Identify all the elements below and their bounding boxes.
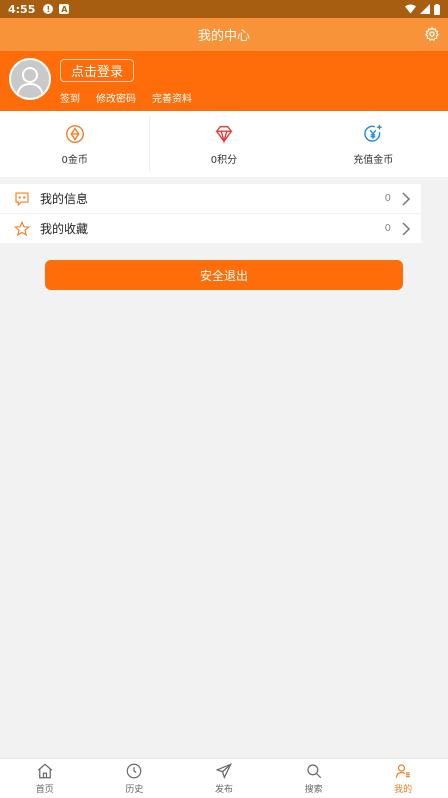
profile-section: 点击登录 签到 修改密码 完善资料 bbox=[0, 51, 448, 111]
bottom-tab-bar: 首页 历史 发布 搜索 我的 bbox=[0, 758, 448, 798]
menu-item-label: 我的收藏 bbox=[40, 222, 89, 236]
stat-coins-label: 0金币 bbox=[61, 154, 88, 166]
stat-coins[interactable]: 0金币 bbox=[0, 111, 149, 177]
status-time: 4:55 bbox=[8, 2, 36, 16]
menu-item-count: 0 bbox=[384, 193, 391, 204]
stat-recharge-label: 充值金币 bbox=[353, 154, 394, 166]
title-bar: 我的中心 bbox=[0, 18, 448, 51]
user-silhouette-icon bbox=[16, 67, 44, 97]
menu-item-label: 我的信息 bbox=[40, 192, 89, 206]
gear-icon[interactable] bbox=[424, 26, 440, 42]
menu-item-my-messages[interactable]: 我的信息 0 bbox=[0, 184, 421, 214]
stat-points[interactable]: 0积分 bbox=[149, 111, 298, 177]
tab-label: 搜索 bbox=[304, 785, 323, 795]
tab-search[interactable]: 搜索 bbox=[269, 759, 359, 798]
coin-icon bbox=[65, 124, 84, 143]
tab-mine[interactable]: 我的 bbox=[358, 759, 448, 798]
tab-label: 历史 bbox=[125, 785, 144, 795]
menu-item-count: 0 bbox=[384, 223, 391, 234]
stat-recharge[interactable]: 充值金币 bbox=[299, 111, 448, 177]
stat-points-label: 0积分 bbox=[210, 154, 238, 166]
home-icon bbox=[37, 763, 52, 779]
chevron-right-icon bbox=[402, 221, 411, 236]
send-icon bbox=[215, 763, 232, 779]
stats-panel: 0金币 0积分 充值金币 bbox=[0, 111, 448, 177]
status-bar: 4:55 ! A bbox=[0, 0, 448, 18]
clock-icon bbox=[127, 763, 142, 779]
tab-label: 我的 bbox=[394, 785, 413, 795]
complete-profile-link[interactable]: 完善资料 bbox=[152, 90, 192, 105]
wifi-icon bbox=[405, 4, 416, 14]
tab-label: 发布 bbox=[214, 785, 233, 795]
alert-icon: ! bbox=[43, 4, 54, 14]
logout-button[interactable]: 安全退出 bbox=[45, 260, 403, 290]
menu-list: 我的信息 0 我的收藏 0 bbox=[0, 184, 421, 244]
profile-links: 签到 修改密码 完善资料 bbox=[60, 90, 192, 105]
tab-label: 首页 bbox=[35, 785, 54, 795]
battery-icon bbox=[434, 3, 440, 15]
tab-home[interactable]: 首页 bbox=[0, 759, 90, 798]
diamond-icon bbox=[215, 125, 233, 144]
login-button[interactable]: 点击登录 bbox=[60, 59, 135, 82]
search-icon bbox=[306, 764, 321, 779]
user-icon bbox=[395, 764, 410, 778]
tab-publish[interactable]: 发布 bbox=[179, 759, 269, 798]
star-icon bbox=[13, 220, 31, 236]
app-notification-icon: A bbox=[59, 4, 70, 14]
tab-history[interactable]: 历史 bbox=[90, 759, 180, 798]
avatar[interactable] bbox=[9, 58, 51, 100]
recharge-icon bbox=[364, 124, 383, 142]
page-title: 我的中心 bbox=[197, 29, 250, 44]
change-password-link[interactable]: 修改密码 bbox=[96, 90, 136, 105]
checkin-link[interactable]: 签到 bbox=[60, 90, 80, 105]
status-right bbox=[405, 3, 440, 15]
chevron-right-icon bbox=[402, 191, 411, 206]
signal-icon bbox=[420, 4, 430, 14]
message-icon bbox=[15, 191, 29, 206]
menu-item-my-favorites[interactable]: 我的收藏 0 bbox=[0, 214, 421, 244]
